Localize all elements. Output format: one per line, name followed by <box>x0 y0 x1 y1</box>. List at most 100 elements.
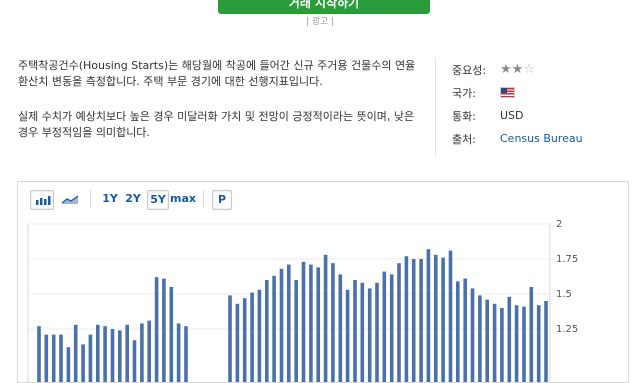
area-chart-icon <box>61 195 79 204</box>
chart-bar[interactable] <box>169 287 174 382</box>
chart-bar[interactable] <box>147 320 151 382</box>
chart-bar[interactable] <box>242 298 247 382</box>
chart-bar[interactable] <box>132 340 137 382</box>
chart-bar[interactable] <box>375 282 379 382</box>
country-row: 국가: <box>452 81 583 104</box>
chart-bar[interactable] <box>37 326 41 382</box>
y-tick-label: 1.25 <box>556 324 578 335</box>
chart-bar[interactable] <box>228 295 232 382</box>
chart-bar[interactable] <box>59 334 63 382</box>
chart-bar[interactable] <box>257 289 262 382</box>
importance-stars: ★★☆ <box>500 62 535 77</box>
chart-bar[interactable] <box>404 256 409 382</box>
currency-label: 통화: <box>452 109 476 123</box>
chart-bar[interactable] <box>73 324 78 382</box>
chart-bar[interactable] <box>176 323 181 382</box>
chart-bar[interactable] <box>434 254 438 382</box>
chart-bar[interactable] <box>529 287 534 382</box>
range-1y-button[interactable]: 1Y <box>100 190 120 208</box>
star-empty-icon: ☆ <box>523 62 535 77</box>
meta-divider <box>435 58 436 156</box>
chart-toolbar: 1Y 2Y 5Y max P <box>18 182 628 216</box>
chart-bar[interactable] <box>272 275 276 382</box>
range-2y-button[interactable]: 2Y <box>123 190 143 208</box>
chart-bar[interactable] <box>44 334 49 382</box>
history-chart-panel: 1.25 1.5 1.75 2 1Y 2Y 5Y max P <box>17 181 629 383</box>
chart-bar[interactable] <box>110 329 115 382</box>
chart-bar[interactable] <box>265 280 269 382</box>
chart-bar[interactable] <box>507 296 512 382</box>
y-tick-label: 2 <box>556 219 562 230</box>
chart-bar[interactable] <box>66 347 71 382</box>
chart-bar[interactable] <box>96 324 100 382</box>
currency-row: 통화: USD <box>452 104 583 127</box>
chart-bar[interactable] <box>279 268 284 382</box>
chart-bar[interactable] <box>118 330 122 382</box>
us-flag-icon <box>500 87 515 98</box>
start-trading-button[interactable]: 거래 시작하기 <box>218 0 430 14</box>
country-label: 국가: <box>452 86 476 100</box>
toolbar-divider <box>90 190 91 208</box>
chart-bar[interactable] <box>88 334 93 382</box>
p-button[interactable]: P <box>212 190 232 210</box>
chart-bar[interactable] <box>485 299 489 382</box>
chart-bar[interactable] <box>301 261 306 382</box>
chart-bar[interactable] <box>470 288 475 382</box>
chart-bar[interactable] <box>522 306 526 382</box>
chart-bar[interactable] <box>235 303 240 382</box>
y-tick-label: 1.5 <box>556 289 572 300</box>
chart-bar[interactable] <box>338 274 343 382</box>
chart-bar[interactable] <box>360 282 365 382</box>
bar-chart-toggle[interactable] <box>30 190 54 210</box>
ad-label: | 광고 | <box>305 17 335 27</box>
currency-value: USD <box>500 109 524 122</box>
chart-bar[interactable] <box>397 263 401 382</box>
chart-bar[interactable] <box>331 263 335 382</box>
indicator-meta: 중요성: ★★☆ 국가: 통화: USD 출처: Census Bureau <box>452 58 583 150</box>
chart-bar[interactable] <box>514 305 519 382</box>
chart-bar[interactable] <box>492 303 497 382</box>
chart-bar[interactable] <box>162 278 166 382</box>
chart-bar[interactable] <box>478 295 482 382</box>
chart-bar[interactable] <box>184 326 188 382</box>
chart-bar[interactable] <box>81 344 85 382</box>
chart-bar[interactable] <box>316 267 320 382</box>
chart-bar[interactable] <box>309 264 313 382</box>
chart-bar[interactable] <box>323 254 328 382</box>
range-max-button[interactable]: max <box>170 190 196 208</box>
source-link[interactable]: Census Bureau <box>500 132 583 145</box>
range-5y-button[interactable]: 5Y <box>147 190 169 210</box>
chart-bar[interactable] <box>419 259 423 382</box>
area-chart-toggle[interactable] <box>58 190 82 208</box>
toolbar-divider <box>203 190 204 208</box>
chart-bar[interactable] <box>51 334 56 382</box>
description-paragraph-2: 실제 수치가 예상치보다 높은 경우 미달러화 가치 및 전망이 긍정적이라는 … <box>18 110 415 139</box>
star-filled-icon: ★ <box>511 62 524 77</box>
importance-row: 중요성: ★★☆ <box>452 58 583 81</box>
chart-bar[interactable] <box>536 305 541 382</box>
chart-bar[interactable] <box>353 280 357 382</box>
source-label: 출처: <box>452 132 476 146</box>
chart-bar[interactable] <box>500 308 504 382</box>
chart-bar[interactable] <box>441 257 445 382</box>
chart-bar[interactable] <box>426 249 431 382</box>
chart-bar[interactable] <box>250 292 254 382</box>
chart-bar[interactable] <box>463 278 467 382</box>
chart-bar[interactable] <box>544 301 548 382</box>
chart-bar[interactable] <box>154 277 159 382</box>
importance-label: 중요성: <box>452 63 487 77</box>
chart-bar[interactable] <box>382 271 387 382</box>
chart-bar[interactable] <box>287 264 291 382</box>
chart-bar[interactable] <box>367 288 372 382</box>
indicator-description: 주택착공건수(Housing Starts)는 해당월에 착공에 들어간 신규 … <box>18 58 418 160</box>
chart-bar[interactable] <box>345 289 350 382</box>
chart-bar[interactable] <box>389 274 394 382</box>
chart-bar[interactable] <box>448 250 453 382</box>
chart-bar[interactable] <box>294 280 298 382</box>
chart-bar[interactable] <box>456 281 460 382</box>
chart-bar[interactable] <box>140 323 144 382</box>
source-row: 출처: Census Bureau <box>452 127 583 150</box>
chart-bar[interactable] <box>411 259 416 382</box>
chart-bar[interactable] <box>103 326 107 382</box>
chart-bar[interactable] <box>125 324 129 382</box>
